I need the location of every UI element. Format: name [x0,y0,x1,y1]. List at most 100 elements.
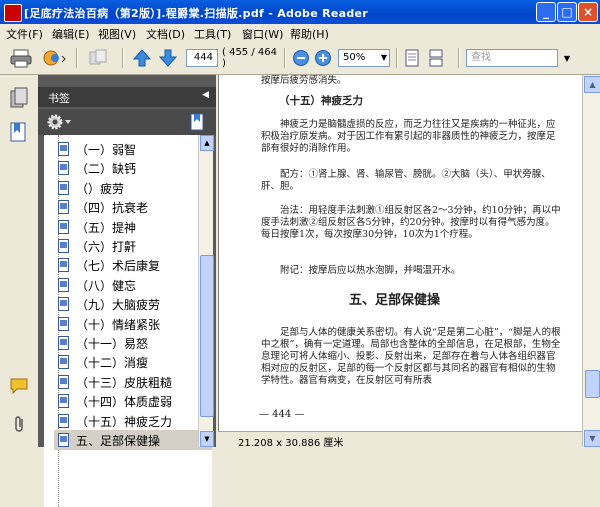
printer-icon [10,49,32,68]
search-dropdown-icon[interactable]: ▼ [560,46,574,70]
bookmark-page-icon [58,200,69,215]
toolbar: 444 ( 455 / 464 ) 50% ▼ 查找 ▼ [0,42,600,75]
maximize-button[interactable]: □ [557,2,577,22]
bookmark-item[interactable]: （八）健忘 [54,275,212,295]
scroll-thumb[interactable] [200,255,214,417]
bookmark-item[interactable]: （十四）体质虚弱 [54,391,212,411]
menu-file[interactable]: 文件(F) [6,26,43,42]
page-count-label: ( 455 / 464 ) [222,47,277,69]
bookmarks-icon[interactable] [9,121,29,146]
zoom-in-button[interactable] [312,46,334,70]
menu-tools[interactable]: 工具(T) [194,26,231,42]
zoom-select[interactable]: 50% ▼ [338,49,390,67]
bookmark-item[interactable]: （十三）皮肤粗糙 [54,372,212,392]
bookmark-page-icon [58,180,69,195]
menu-help[interactable]: 帮助(H) [290,26,329,42]
bookmark-page-icon [58,413,69,428]
menu-window[interactable]: 窗口(W) [242,26,283,42]
continuous-view-button[interactable] [426,46,446,70]
zoom-out-button[interactable] [290,46,312,70]
page-number-input[interactable]: 444 [186,49,218,67]
minimize-button[interactable]: _ [536,2,556,22]
bookmark-label: （）疲劳 [76,181,125,196]
share-button[interactable] [40,46,70,70]
bookmarks-header: 书签 ◀ [38,87,216,107]
bookmark-label: （十一）易怒 [76,337,149,351]
navigation-pane-strip [0,75,39,447]
bookmark-item[interactable]: （二）缺钙 [54,158,212,178]
bookmark-item[interactable]: （四）抗衰老 [54,197,212,217]
menu-document[interactable]: 文档(D) [146,26,185,42]
single-page-icon [405,49,419,67]
bookmark-item[interactable]: （十一）易怒 [54,333,212,353]
plus-circle-icon [315,50,331,66]
bookmark-label: 五、足部保健操 [76,434,161,448]
scroll-up-icon[interactable]: ▲ [200,135,214,151]
bookmark-label: （十三）皮肤粗糙 [76,375,173,390]
arrow-down-icon [158,49,178,67]
scroll-up-icon[interactable]: ▲ [584,76,600,93]
paragraph-2: 配方：①肾上腺、肾、输尿管、膀胱。②大脑（头）、甲状旁腺、肝、胆。 [261,169,551,192]
close-button[interactable]: × [578,2,598,22]
chevron-down-icon: ▼ [380,53,387,62]
attachment-icon[interactable] [11,415,27,436]
scroll-down-icon[interactable]: ▼ [200,431,214,447]
bookmark-item[interactable]: （十五）神疲乏力 [54,411,212,431]
bookmark-page-icon [58,394,69,409]
bookmarks-panel: 书签 ◀ （一）弱智 （二）缺钙 （）疲劳 （四）抗衰老 （五）提神 （六）打鼾 （七）术后… [38,75,216,507]
new-bookmark-icon[interactable] [188,112,208,135]
collaborate-button[interactable] [84,46,114,70]
bookmark-label: （十四）体质虚弱 [76,395,173,410]
window-title: [足底疗法治百病（第2版）].程爵棠.扫描版.pdf - Adobe Reade… [24,7,369,20]
adobe-reader-icon [4,4,22,22]
minus-circle-icon [293,50,309,66]
menu-bar: 文件(F) 编辑(E) 视图(V) 文档(D) 工具(T) 窗口(W) 帮助(H… [0,24,600,42]
next-page-button[interactable] [156,46,180,70]
menu-view[interactable]: 视图(V) [98,26,136,42]
document-scroll-thumb[interactable] [585,370,600,398]
bookmark-item[interactable]: （七）术后康复 [54,255,212,275]
document-scrollbar[interactable]: ▲ ▼ [582,75,600,447]
bookmark-label: （九）大脑疲劳 [76,298,161,313]
bookmarks-title: 书签 [48,92,70,105]
pages-icon[interactable] [9,87,29,112]
bookmark-item[interactable]: （五）提神 [54,217,212,237]
bookmark-label: （十二）消瘦 [76,356,149,371]
title-bar: [足底疗法治百病（第2版）].程爵棠.扫描版.pdf - Adobe Reade… [0,0,600,24]
bookmark-label: （五）提神 [76,220,137,235]
bookmarks-list: （一）弱智 （二）缺钙 （）疲劳 （四）抗衰老 （五）提神 （六）打鼾 （七）术后康复 （八）… [44,135,212,507]
paragraph-3: 治法：用轻度手法刺激①组反射区各2～3分钟，约10分钟；再以中度手法刺激②组反射… [261,205,561,240]
bookmark-page-icon [58,239,69,253]
paragraph-4: 附记：按摩后应以热水泡脚，并喝温开水。 [280,265,461,276]
bookmark-page-icon [58,316,69,331]
collapse-panel-icon[interactable]: ◀ [202,90,209,100]
bookmark-page-icon [58,142,69,156]
bookmark-item[interactable]: （十）情绪紧张 [54,314,212,334]
bookmarks-scrollbar[interactable]: ▲ ▼ [198,135,214,447]
bookmark-item[interactable]: （一）弱智 [54,139,212,159]
comments-icon[interactable] [9,377,29,398]
bookmark-page-icon [58,336,69,350]
bookmark-label: （十）情绪紧张 [76,317,161,332]
bookmark-label: （四）抗衰老 [76,201,149,216]
bookmark-item[interactable]: （十二）消瘦 [54,352,212,372]
bookmark-page-icon [58,258,69,273]
options-gear-icon[interactable] [46,113,72,134]
print-button[interactable] [8,46,34,70]
scroll-down-icon[interactable]: ▼ [584,430,600,447]
previous-page-button[interactable] [130,46,154,70]
status-bar: 21.208 x 30.886 厘米 [218,431,582,449]
bookmark-label: （二）缺钙 [76,162,137,177]
share-icon [43,50,66,66]
bookmark-page-icon [58,355,69,370]
search-input[interactable]: 查找 [466,49,558,67]
bookmark-item[interactable]: （六）打鼾 [54,236,212,256]
paragraph-5: 足部与人体的健康关系密切。有人说“足是第二心脏”，“脚是人的根中之根”，确有一定… [261,327,561,386]
bookmark-item[interactable]: （九）大脑疲劳 [54,294,212,314]
bookmarks-toolbar [38,109,216,135]
single-page-view-button[interactable] [402,46,422,70]
menu-edit[interactable]: 编辑(E) [52,26,90,42]
document-view[interactable]: 按摩后疲劳感消失。 （十五）神疲乏力 神疲乏力是脑髓虚损的反应，而乏力往往又是疾… [218,75,583,431]
bookmark-item[interactable]: 五、足部保健操 [54,430,212,450]
bookmark-item[interactable]: （）疲劳 [54,178,212,198]
